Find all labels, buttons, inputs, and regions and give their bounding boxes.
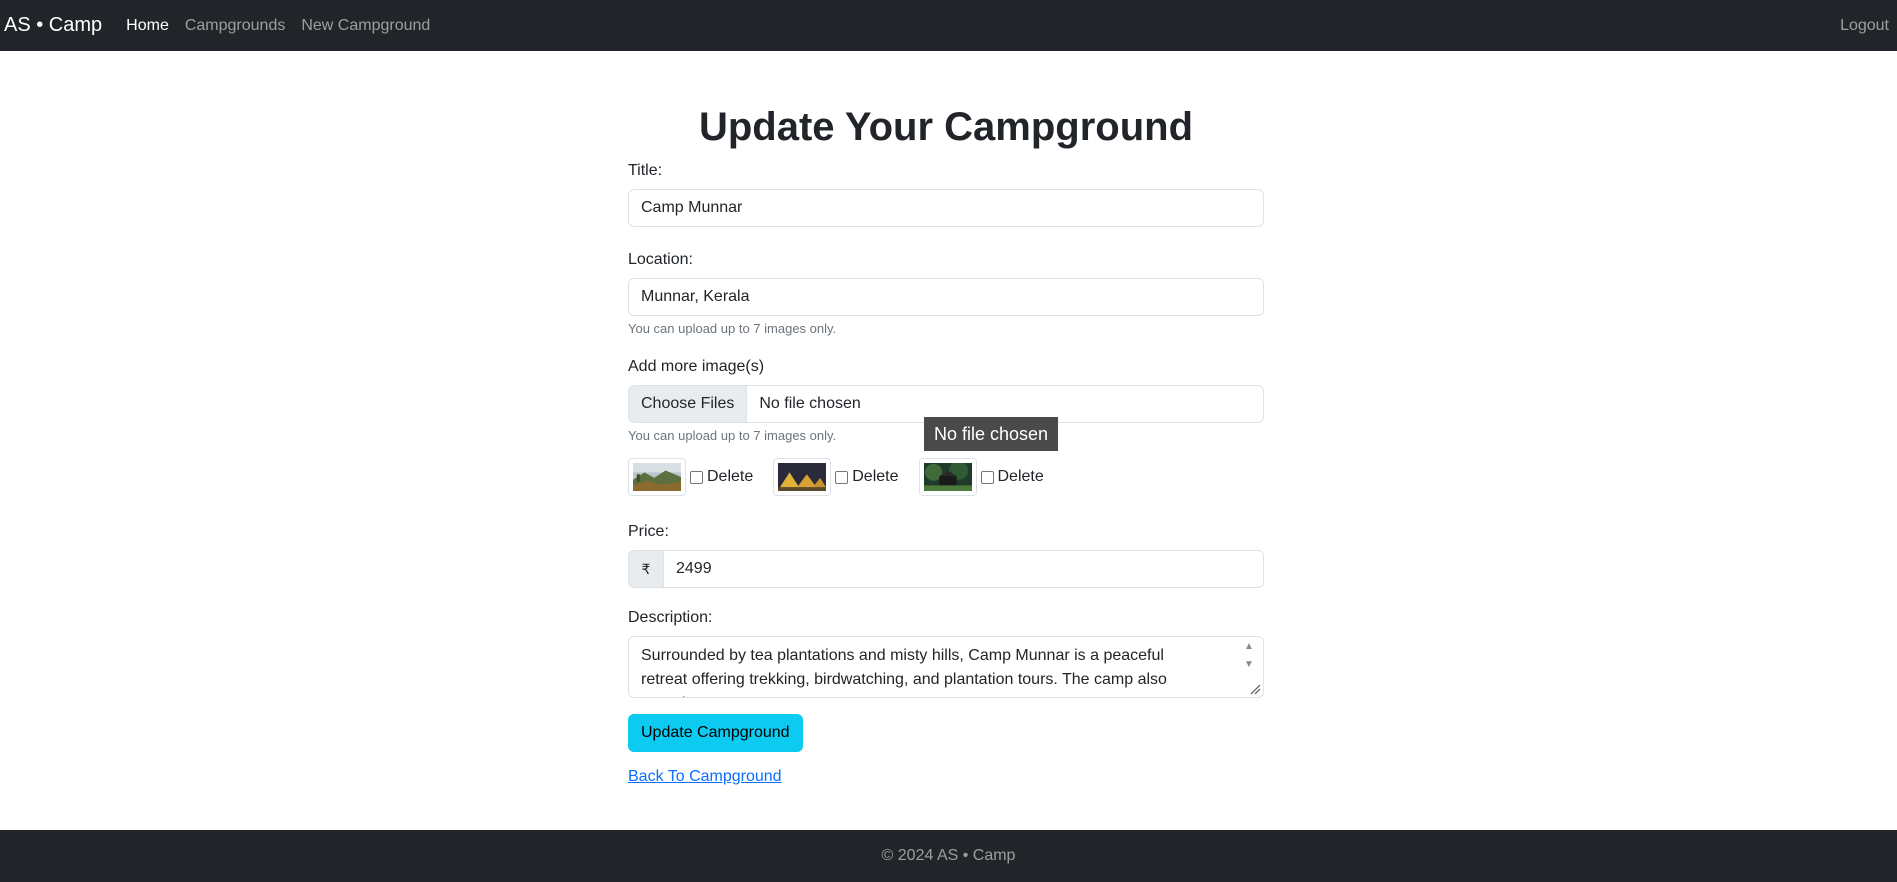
currency-symbol: ₹ [628, 550, 663, 588]
delete-checkbox[interactable] [980, 470, 994, 484]
forest-photo-icon [923, 463, 972, 491]
file-tooltip: No file chosen [924, 417, 1059, 451]
brand-link[interactable]: AS • Camp [4, 14, 102, 37]
scroll-up-icon[interactable]: ▲ [1243, 641, 1255, 653]
scroll-down-icon[interactable]: ▼ [1243, 659, 1255, 671]
description-textarea[interactable]: Surrounded by tea plantations and misty … [628, 636, 1264, 698]
landscape-photo-icon [633, 463, 681, 491]
location-help-text: You can upload up to 7 images only. [628, 321, 837, 336]
update-campground-button[interactable]: Update Campground [628, 714, 803, 752]
description-label: Description: [628, 609, 713, 626]
delete-checkbox[interactable] [690, 470, 703, 484]
image-item: Delete [773, 458, 899, 496]
location-input[interactable]: Munnar, Kerala [628, 278, 1264, 316]
footer-text: © 2024 AS • Camp [881, 847, 1016, 864]
nav-link-new-campground[interactable]: New Campground [301, 17, 430, 35]
nav-link-campgrounds[interactable]: Campgrounds [185, 17, 286, 35]
tents-photo-icon [778, 463, 827, 491]
navbar: AS • Camp Home Campgrounds New Campgroun… [0, 0, 1897, 51]
image-thumbnail [773, 458, 832, 496]
file-status-text: No file chosen [759, 395, 861, 412]
delete-checkbox[interactable] [835, 470, 849, 484]
image-thumbnail [628, 458, 686, 496]
price-input[interactable]: 2499 [663, 550, 1264, 588]
image-item: Delete [918, 458, 1044, 496]
images-label: Add more image(s) [628, 358, 765, 375]
navbar-right: Logout [1840, 0, 1889, 51]
price-input-group: ₹ 2499 [628, 550, 1264, 588]
page-title: Update Your Campground [698, 105, 1194, 149]
price-label: Price: [628, 523, 669, 540]
logout-link[interactable]: Logout [1840, 17, 1889, 35]
description-text: Surrounded by tea plantations and misty … [641, 647, 1167, 697]
delete-label: Delete [852, 468, 899, 485]
delete-label: Delete [707, 468, 754, 485]
image-thumbnail [918, 458, 977, 496]
location-label: Location: [628, 251, 693, 268]
choose-files-button[interactable]: Choose Files [629, 386, 748, 422]
resize-handle-icon[interactable] [1249, 683, 1261, 695]
nav-link-home[interactable]: Home [126, 17, 169, 35]
back-to-campground-link[interactable]: Back To Campground [628, 768, 782, 785]
image-item: Delete [628, 458, 753, 496]
footer: © 2024 AS • Camp [0, 830, 1897, 882]
title-input[interactable]: Camp Munnar [628, 189, 1264, 227]
delete-label: Delete [997, 468, 1044, 485]
title-label: Title: [628, 162, 663, 179]
existing-images: Delete Delete Delete [628, 458, 1264, 496]
